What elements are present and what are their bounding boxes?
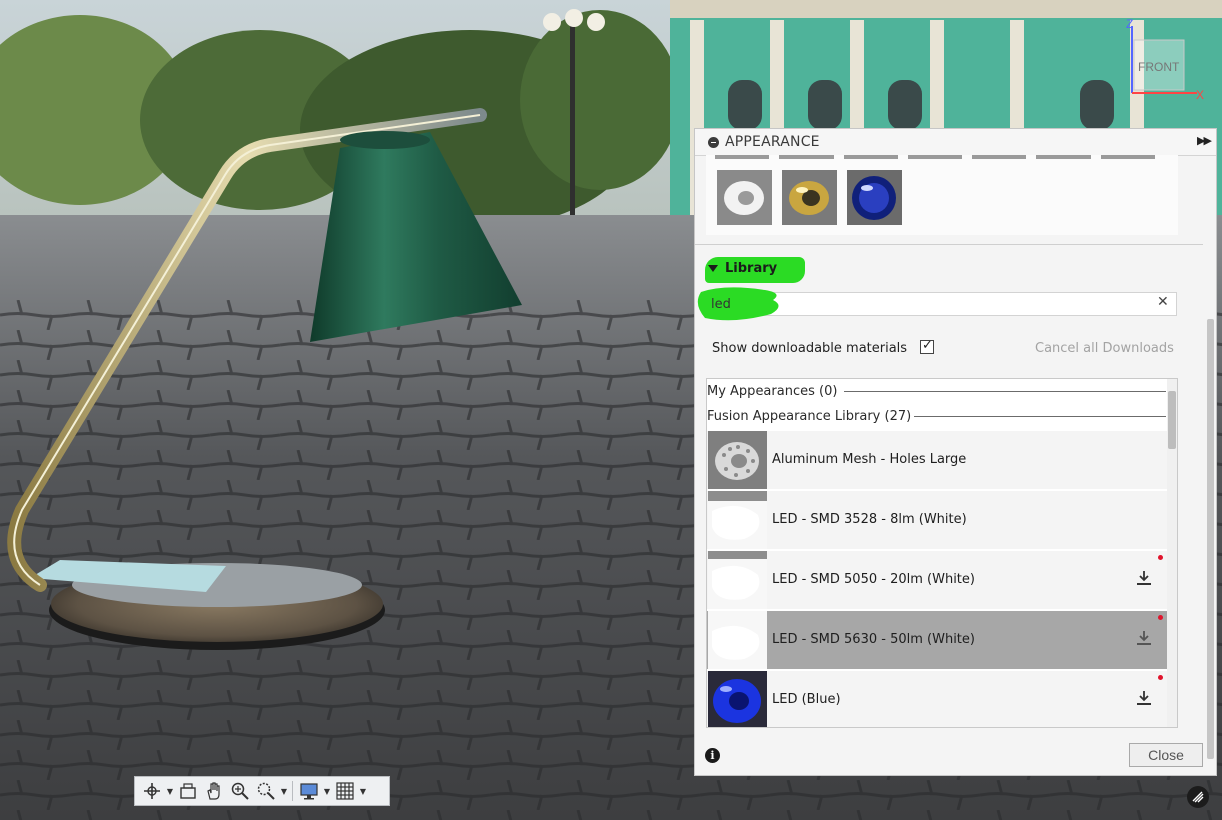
show-downloadable-label: Show downloadable materials — [712, 341, 908, 356]
display-settings-icon[interactable] — [296, 778, 322, 804]
expand-triangle-icon — [708, 265, 718, 272]
new-badge-dot — [1158, 675, 1163, 680]
checkmark-icon: ✓ — [922, 338, 933, 353]
swatch-white-torus[interactable] — [717, 170, 772, 225]
led-white-thumbnail — [708, 551, 767, 609]
panel-scrollbar[interactable] — [1207, 319, 1214, 759]
item-label: LED - SMD 5050 - 20lm (White) — [772, 572, 975, 587]
clear-search-icon[interactable]: ✕ — [1157, 294, 1169, 310]
view-cube-face-label: FRONT — [1138, 60, 1180, 74]
orbit-dropdown-caret[interactable]: ▼ — [165, 778, 175, 804]
display-dropdown-caret[interactable]: ▼ — [322, 778, 332, 804]
close-button[interactable]: Close — [1129, 743, 1203, 767]
look-at-icon[interactable] — [175, 778, 201, 804]
pan-icon[interactable] — [201, 778, 227, 804]
library-section-toggle[interactable]: Library — [705, 257, 807, 283]
list-item-selected[interactable]: LED - SMD 5630 - 50lm (White) — [707, 611, 1167, 669]
group-divider — [914, 416, 1166, 417]
group-label: Fusion Appearance Library (27) — [707, 409, 912, 424]
aluminum-mesh-thumbnail — [708, 431, 767, 489]
panel-header[interactable]: APPEARANCE ▶▶ — [695, 129, 1216, 156]
orbit-icon[interactable] — [139, 778, 165, 804]
show-downloadable-checkbox[interactable]: ✓ — [920, 338, 934, 354]
item-label: LED - SMD 5630 - 50lm (White) — [772, 632, 975, 647]
axis-x-label: X — [1196, 88, 1204, 100]
download-icon[interactable] — [1135, 689, 1153, 707]
cancel-all-downloads-button[interactable]: Cancel all Downloads — [1035, 341, 1174, 356]
group-fusion-library[interactable]: Fusion Appearance Library (27) — [707, 409, 911, 429]
swatch-row-top — [715, 155, 1155, 161]
section-divider — [695, 244, 1203, 245]
collapse-icon[interactable] — [708, 137, 719, 148]
zoom-icon[interactable] — [227, 778, 253, 804]
search-input[interactable] — [711, 295, 1141, 313]
list-item[interactable]: Aluminum Mesh - Holes Large — [707, 431, 1167, 489]
panel-title: APPEARANCE — [725, 134, 820, 150]
list-scrollbar[interactable] — [1167, 379, 1177, 727]
list-scroll-thumb[interactable] — [1168, 391, 1176, 449]
info-icon[interactable]: i — [705, 748, 720, 763]
item-label: LED - SMD 3528 - 8lm (White) — [772, 512, 967, 527]
grid-dropdown-caret[interactable]: ▼ — [358, 778, 368, 804]
appearance-panel: APPEARANCE ▶▶ Library ✕ Show downloadabl… — [694, 128, 1217, 776]
expand-panel-icon[interactable]: ▶▶ — [1197, 134, 1212, 147]
list-item[interactable]: LED (Blue) — [707, 671, 1167, 727]
zoom-dropdown-caret[interactable]: ▼ — [279, 778, 289, 804]
new-badge-dot — [1158, 555, 1163, 560]
swatch-gold-torus[interactable] — [782, 170, 837, 225]
in-design-swatches — [706, 155, 1178, 235]
library-label: Library — [725, 261, 778, 276]
grid-settings-icon[interactable] — [332, 778, 358, 804]
group-divider — [844, 391, 1166, 392]
view-cube[interactable]: FRONT Z X — [1122, 17, 1212, 102]
list-item[interactable]: LED - SMD 5050 - 20lm (White) — [707, 551, 1167, 609]
group-my-appearances[interactable]: My Appearances (0) — [707, 384, 837, 404]
appearance-library-list: My Appearances (0) Fusion Appearance Lib… — [706, 378, 1178, 728]
led-blue-thumbnail — [708, 671, 767, 727]
led-white-thumbnail — [708, 491, 767, 549]
feedback-icon[interactable] — [1187, 786, 1209, 808]
download-icon[interactable] — [1135, 629, 1153, 647]
group-label: My Appearances (0) — [707, 384, 838, 399]
item-label: Aluminum Mesh - Holes Large — [772, 452, 967, 467]
fit-icon[interactable] — [253, 778, 279, 804]
item-label: LED (Blue) — [772, 692, 841, 707]
list-item[interactable]: LED - SMD 3528 - 8lm (White) — [707, 491, 1167, 549]
led-white-thumbnail — [708, 611, 767, 669]
swatch-blue-glass[interactable] — [847, 170, 902, 225]
navigation-toolbar: ▼ ▼ ▼ ▼ — [134, 776, 390, 806]
download-icon[interactable] — [1135, 569, 1153, 587]
axis-z-label: Z — [1126, 18, 1133, 31]
new-badge-dot — [1158, 615, 1163, 620]
library-search-box: ✕ — [697, 287, 1177, 321]
toolbar-divider — [292, 781, 293, 801]
